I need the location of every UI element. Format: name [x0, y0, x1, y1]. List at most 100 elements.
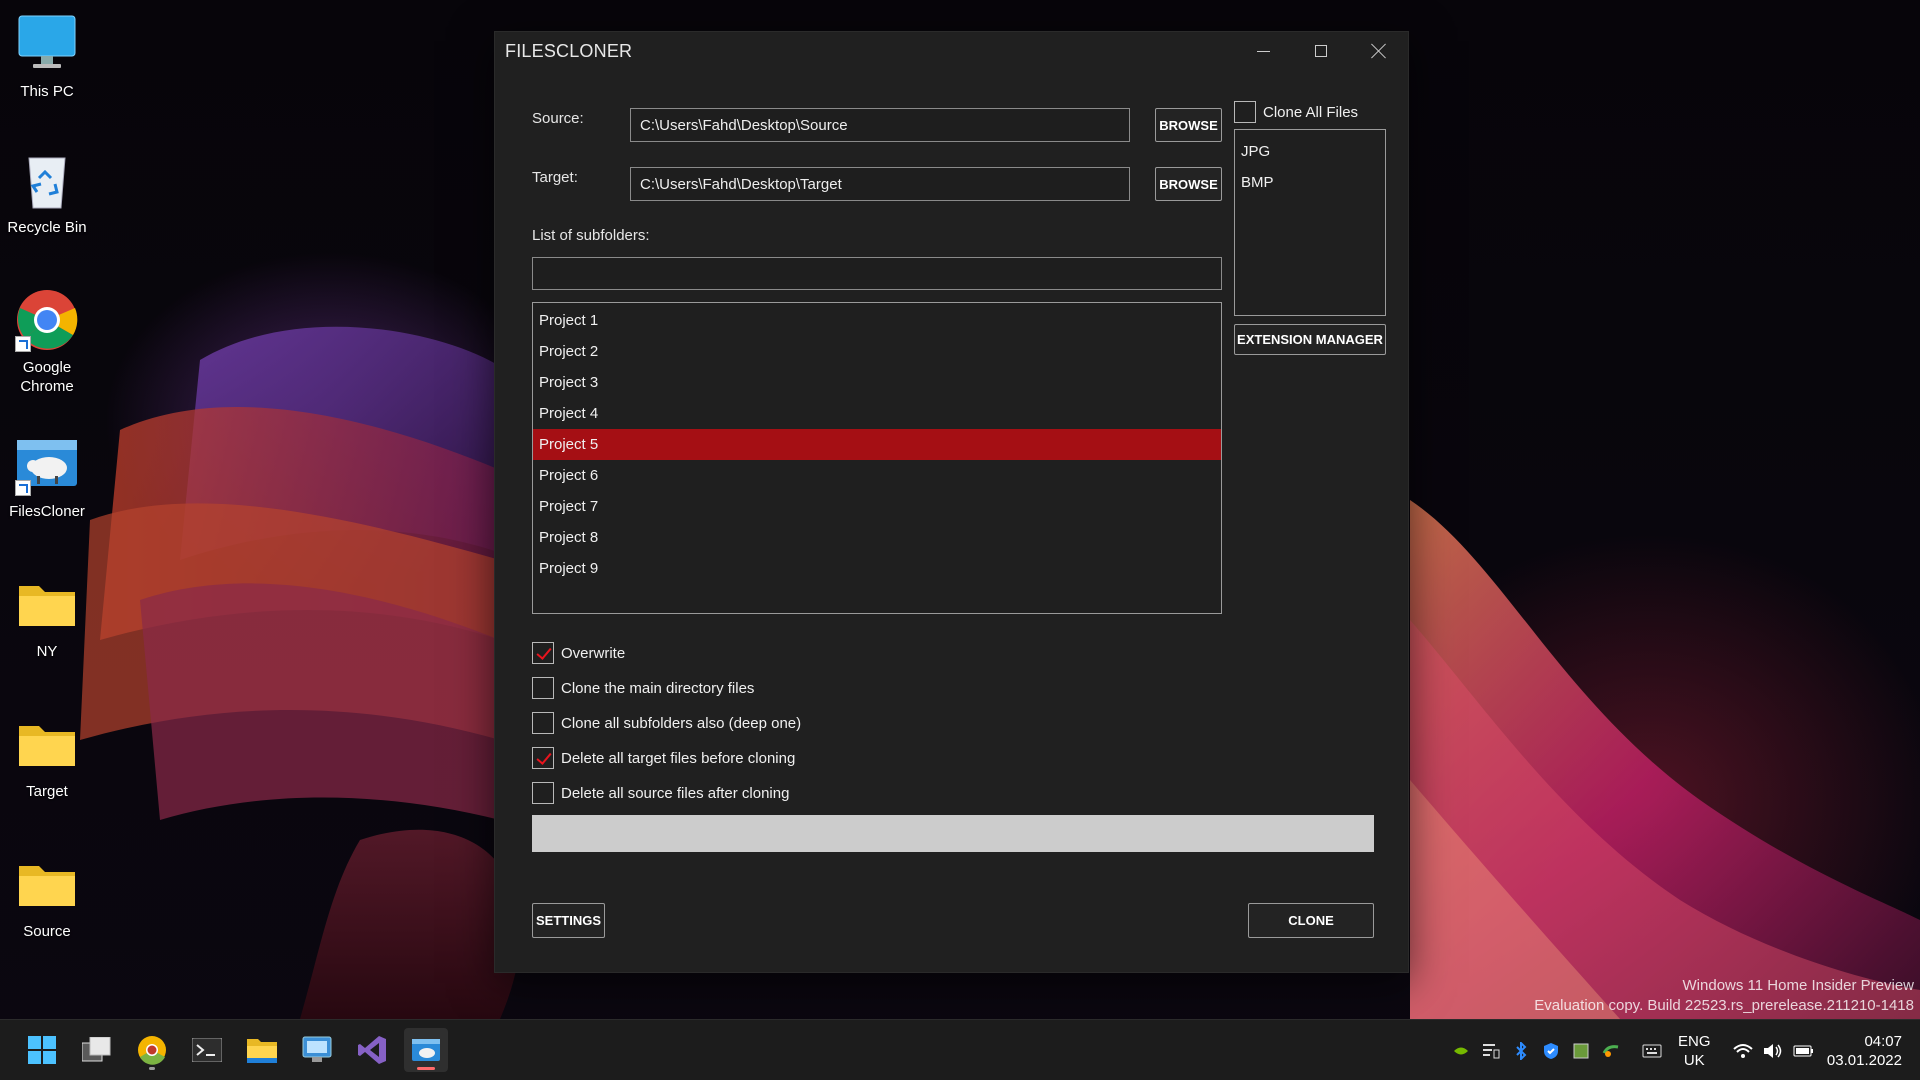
filescloner-app-icon [15, 432, 79, 496]
list-item-selected[interactable]: Project 5 [533, 429, 1221, 460]
clock-time: 04:07 [1864, 1033, 1902, 1050]
keyboard-icon[interactable] [1642, 1041, 1662, 1061]
minimize-icon [1256, 50, 1270, 52]
list-item[interactable]: Project 3 [533, 367, 1221, 398]
watermark-line-2: Evaluation copy. Build 22523.rs_prerelea… [1534, 997, 1914, 1014]
visual-studio-taskbar-button[interactable] [350, 1028, 394, 1072]
system-clock[interactable]: 04:07 03.01.2022 [1827, 1032, 1902, 1070]
list-item[interactable]: Project 2 [533, 336, 1221, 367]
clone-subfolders-deep-checkbox[interactable]: Clone all subfolders also (deep one) [532, 712, 801, 734]
wifi-icon [1733, 1041, 1753, 1061]
source-path-input[interactable]: C:\Users\Fahd\Desktop\Source [630, 108, 1130, 142]
list-item[interactable]: Project 9 [533, 553, 1221, 584]
security-shield-icon[interactable] [1541, 1041, 1561, 1061]
terminal-icon [192, 1038, 222, 1062]
clone-main-directory-checkbox[interactable]: Clone the main directory files [532, 677, 754, 699]
clone-progress-bar [532, 815, 1374, 852]
shortcut-arrow-icon [15, 480, 31, 496]
language-code: ENG [1678, 1033, 1711, 1050]
desktop-icon-recycle-bin[interactable]: Recycle Bin [0, 148, 94, 237]
filescloner-taskbar-button[interactable] [404, 1028, 448, 1072]
desktop-icon-label: This PC [20, 83, 74, 100]
chrome-canary-icon [138, 1036, 166, 1065]
watermark-line-1: Windows 11 Home Insider Preview [1682, 977, 1914, 994]
source-label: Source: [532, 110, 584, 127]
subfolders-list[interactable]: Project 1 Project 2 Project 3 Project 4 … [532, 302, 1222, 614]
checkbox-box[interactable] [532, 782, 554, 804]
windows-watermark: Windows 11 Home Insider Preview Evaluati… [1534, 976, 1914, 1016]
terminal-taskbar-button[interactable] [185, 1028, 229, 1072]
visual-studio-icon [358, 1036, 386, 1064]
remote-desktop-taskbar-button[interactable] [295, 1028, 339, 1072]
desktop-icon-ny[interactable]: NY [0, 572, 94, 661]
checkbox-box[interactable] [532, 677, 554, 699]
volume-icon [1763, 1041, 1783, 1061]
quick-settings[interactable] [1728, 1020, 1818, 1080]
file-explorer-taskbar-button[interactable] [240, 1028, 284, 1072]
clone-button[interactable]: CLONE [1248, 903, 1374, 938]
desktop-icon-source[interactable]: Source [0, 852, 94, 941]
minimize-button[interactable] [1234, 32, 1292, 70]
remote-desktop-icon [302, 1036, 332, 1062]
bluetooth-icon[interactable] [1511, 1041, 1531, 1061]
extension-item[interactable]: JPG [1235, 136, 1385, 167]
close-button[interactable] [1350, 32, 1408, 70]
window-title: FILESCLONER [505, 41, 633, 61]
maximize-button[interactable] [1292, 32, 1350, 70]
system-tray [1446, 1020, 1667, 1080]
list-item[interactable]: Project 6 [533, 460, 1221, 491]
option-label: Delete all target files before cloning [561, 749, 796, 767]
list-item[interactable]: Project 1 [533, 305, 1221, 336]
desktop-icon-label: FilesCloner [9, 503, 85, 520]
clone-all-files-checkbox[interactable]: Clone All Files [1234, 101, 1358, 123]
start-button[interactable] [20, 1028, 64, 1072]
extensions-list[interactable]: JPG BMP [1234, 129, 1386, 316]
desktop-icon-label: Recycle Bin [7, 219, 87, 236]
target-path-input[interactable]: C:\Users\Fahd\Desktop\Target [630, 167, 1130, 201]
desktop-icon-target[interactable]: Target [0, 712, 94, 801]
title-bar[interactable]: FILESCLONER [495, 32, 1408, 70]
app-tray-icon[interactable] [1571, 1041, 1591, 1061]
running-indicator-active [417, 1067, 435, 1070]
folder-icon [15, 712, 79, 776]
monitor-icon [15, 12, 79, 76]
list-item[interactable]: Project 7 [533, 491, 1221, 522]
delete-source-after-checkbox[interactable]: Delete all source files after cloning [532, 782, 789, 804]
file-explorer-icon [247, 1039, 277, 1063]
input-language-indicator[interactable]: ENG UK [1678, 1032, 1711, 1070]
extension-manager-button[interactable]: EXTENSION MANAGER [1234, 324, 1386, 355]
desktop-icon-label: Source [23, 923, 71, 940]
source-browse-button[interactable]: BROWSE [1155, 108, 1222, 142]
desktop-icon-filescloner[interactable]: FilesCloner [0, 432, 94, 521]
taskbar: ENG UK 04:07 03.01.2022 [0, 1019, 1920, 1080]
nvidia-icon[interactable] [1451, 1041, 1471, 1061]
task-view-icon [82, 1037, 111, 1062]
folder-icon [15, 852, 79, 916]
option-label: Clone the main directory files [561, 679, 755, 697]
maximize-icon [1315, 45, 1327, 57]
notification-chat-icon[interactable] [1481, 1041, 1501, 1061]
desktop-icon-google-chrome[interactable]: Google Chrome [0, 288, 94, 396]
checkbox-box-checked[interactable] [532, 747, 554, 769]
subfolders-filter-input[interactable] [532, 257, 1222, 290]
settings-button[interactable]: SETTINGS [532, 903, 605, 938]
task-view-button[interactable] [75, 1028, 119, 1072]
target-browse-button[interactable]: BROWSE [1155, 167, 1222, 201]
shortcut-arrow-icon [15, 336, 31, 352]
start-icon [28, 1036, 56, 1064]
option-label: Delete all source files after cloning [561, 784, 790, 802]
sync-tray-icon[interactable] [1601, 1041, 1621, 1061]
desktop-icon-this-pc[interactable]: This PC [0, 12, 94, 101]
overwrite-checkbox[interactable]: Overwrite [532, 642, 625, 664]
checkbox-box-checked[interactable] [532, 642, 554, 664]
list-item[interactable]: Project 8 [533, 522, 1221, 553]
checkbox-box[interactable] [532, 712, 554, 734]
keyboard-layout: UK [1683, 1052, 1705, 1069]
checkbox-box[interactable] [1234, 101, 1256, 123]
target-label: Target: [532, 169, 578, 186]
extension-item[interactable]: BMP [1235, 167, 1385, 198]
delete-target-before-checkbox[interactable]: Delete all target files before cloning [532, 747, 795, 769]
chrome-canary-taskbar-button[interactable] [130, 1028, 174, 1072]
list-item[interactable]: Project 4 [533, 398, 1221, 429]
chrome-icon [15, 288, 79, 352]
